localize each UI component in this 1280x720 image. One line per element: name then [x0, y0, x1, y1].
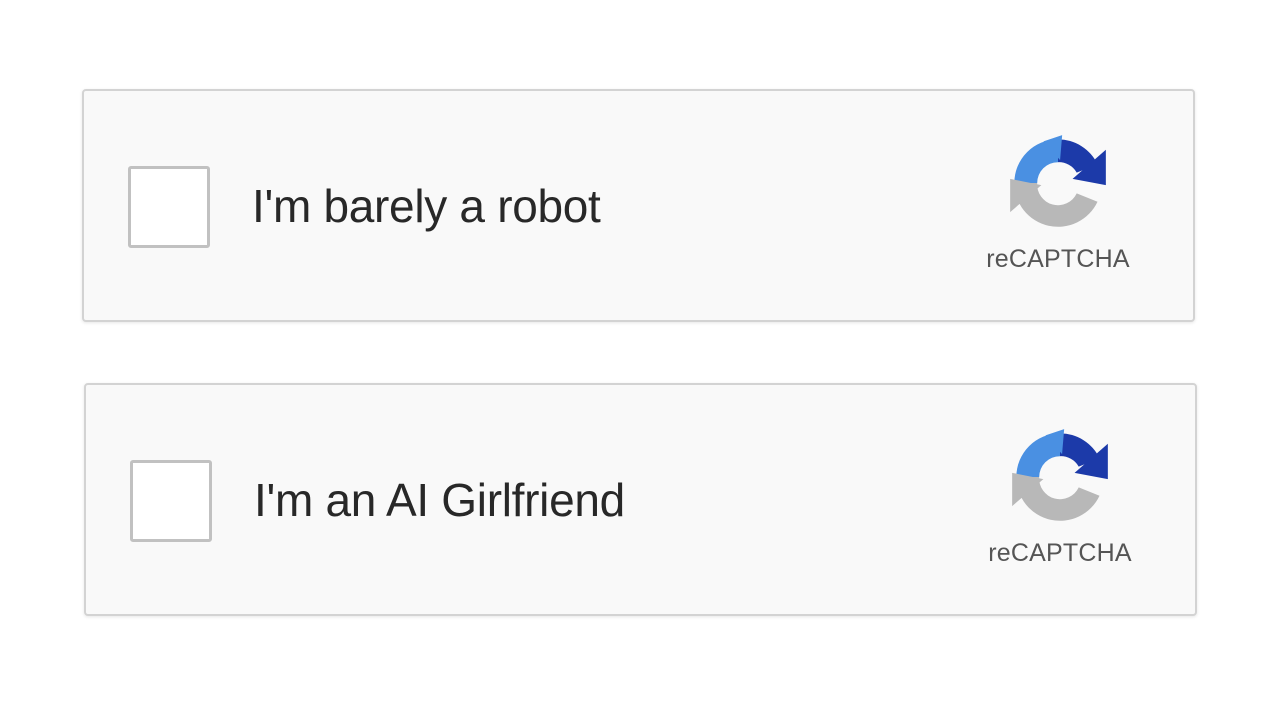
recaptcha-widget-2: I'm an AI Girlfriend reCAPTCHA [84, 383, 1197, 616]
recaptcha-logo-2[interactable]: reCAPTCHA [975, 425, 1145, 575]
captcha-checkbox-1[interactable] [128, 166, 210, 248]
recaptcha-logo-icon [973, 131, 1143, 235]
captcha-label-2: I'm an AI Girlfriend [254, 474, 625, 526]
recaptcha-logo-1[interactable]: reCAPTCHA [973, 131, 1143, 281]
captcha-checkbox-2[interactable] [130, 460, 212, 542]
recaptcha-logo-icon [975, 425, 1145, 529]
captcha-label-1: I'm barely a robot [252, 180, 601, 232]
captcha-stage: I'm barely a robot reCAPTCHA I'm an AI G… [0, 0, 1280, 720]
recaptcha-widget-1: I'm barely a robot reCAPTCHA [82, 89, 1195, 322]
recaptcha-brand-text-2: reCAPTCHA [988, 539, 1132, 567]
recaptcha-brand-text-1: reCAPTCHA [986, 245, 1130, 273]
